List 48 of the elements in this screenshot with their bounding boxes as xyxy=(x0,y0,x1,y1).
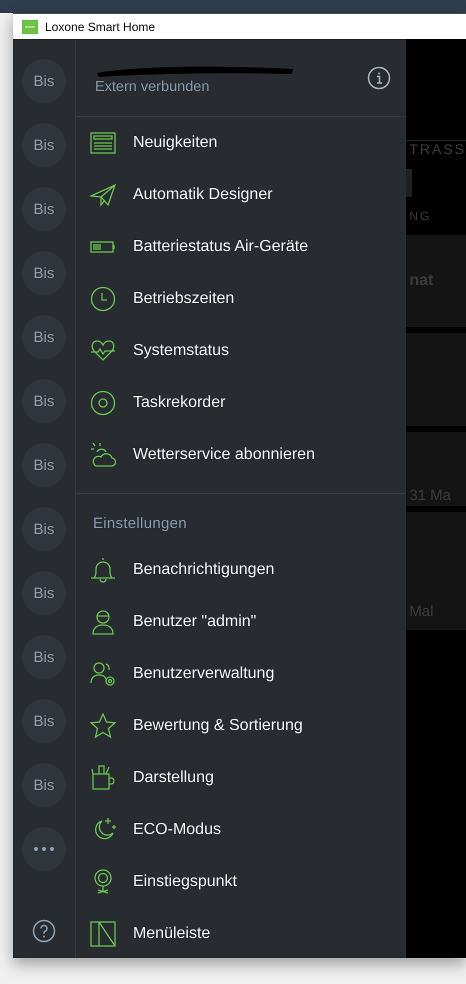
bell-icon xyxy=(90,557,116,583)
window-title: Loxone Smart Home xyxy=(45,20,156,34)
menu-item[interactable]: ECO-Modus xyxy=(76,804,406,856)
section-heading: Einstellungen xyxy=(92,514,188,534)
target-icon xyxy=(90,390,116,416)
paper-plane-icon xyxy=(90,182,116,208)
home-bubble[interactable]: Bis xyxy=(22,315,66,359)
sun-cloud-icon xyxy=(90,442,116,468)
users-gear-icon xyxy=(90,661,116,687)
menu-item[interactable]: Benutzer "admin" xyxy=(76,596,406,648)
info-icon[interactable] xyxy=(367,66,392,90)
menu-item[interactable]: Menüleiste xyxy=(76,908,406,958)
home-bubble[interactable]: Bis xyxy=(22,635,66,679)
app-logo-icon xyxy=(22,20,38,34)
menu-item[interactable]: Batteriestatus Air-Geräte xyxy=(76,221,406,273)
menu-item[interactable]: Einstiegspunkt xyxy=(76,856,406,908)
star-icon xyxy=(90,713,116,739)
home-bubble[interactable]: Bis xyxy=(22,379,66,423)
home-bubble[interactable]: Bis xyxy=(22,59,66,103)
home-bubble[interactable]: Bis xyxy=(22,571,66,615)
home-bubble[interactable]: Bis xyxy=(22,763,66,807)
home-bubble[interactable]: Bis xyxy=(22,507,66,551)
newspaper-icon xyxy=(90,130,116,156)
menu-item[interactable]: Darstellung xyxy=(76,752,406,804)
user-icon xyxy=(90,609,116,635)
connection-status: Extern verbunden xyxy=(94,79,210,95)
clock-icon xyxy=(90,286,116,312)
menu-item[interactable]: Betriebszeiten xyxy=(76,273,406,325)
menu-item[interactable]: Wetterservice abonnieren xyxy=(76,429,406,481)
menu-item[interactable]: Benutzerverwaltung xyxy=(76,648,406,700)
menu-item[interactable]: Neuigkeiten xyxy=(76,117,406,169)
background-text: NG xyxy=(408,209,432,223)
home-bubble[interactable]: Bis xyxy=(22,251,66,295)
more-icon xyxy=(32,847,55,851)
menu-item[interactable]: Taskrekorder xyxy=(76,377,406,429)
menu-item[interactable]: Bewertung & Sortierung xyxy=(76,700,406,752)
background-block xyxy=(406,169,412,197)
panel-icon xyxy=(90,921,116,947)
menu-item[interactable]: Benachrichtigungen xyxy=(76,544,406,596)
menu-item[interactable]: Automatik Designer xyxy=(76,169,406,221)
home-bubble[interactable]: Bis xyxy=(22,187,66,231)
menu-item[interactable]: Systemstatus xyxy=(76,325,406,377)
home-bubble[interactable]: Bis xyxy=(22,123,66,167)
home-bubble[interactable]: Bis xyxy=(22,443,66,487)
background-text: TRASS xyxy=(408,141,466,157)
help-icon[interactable] xyxy=(32,919,56,943)
mug-icon xyxy=(90,765,116,791)
home-bubble[interactable]: Bis xyxy=(22,699,66,743)
